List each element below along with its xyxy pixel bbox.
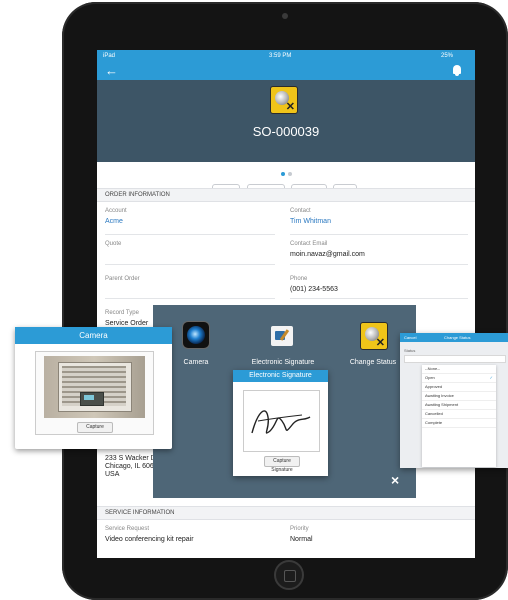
status-bar: iPad 3:59 PM 25% (97, 50, 475, 62)
status-field-label: Status (404, 348, 416, 353)
status-option[interactable]: Open ✓ (422, 374, 496, 383)
priority-label: Priority (290, 526, 309, 532)
home-button[interactable] (274, 560, 304, 590)
camera-preview-photo (44, 356, 145, 418)
account-label: Account (105, 208, 127, 214)
contact-label: Contact (290, 208, 311, 214)
battery-label: 25% (441, 53, 454, 59)
status-option[interactable]: Awaiting Invoice (422, 392, 496, 401)
change-status-action-icon[interactable]: ✕ (360, 322, 388, 350)
checkmark-icon: ✓ (489, 375, 493, 380)
service-section-header: SERVICE INFORMATION (97, 506, 475, 520)
carrier-label: iPad (103, 53, 116, 59)
pager-dot[interactable] (288, 172, 292, 176)
status-option[interactable]: Approved (422, 383, 496, 392)
front-camera (282, 13, 288, 19)
status-option[interactable]: --None-- (422, 365, 496, 374)
divider (105, 264, 275, 265)
address-line-2: Chicago, IL 6060 (105, 463, 158, 470)
status-option[interactable]: Complete (422, 419, 496, 428)
change-status-action-label[interactable]: Change Status (344, 359, 402, 366)
priority-value: Normal (290, 536, 313, 543)
divider (105, 298, 275, 299)
change-status-header: Cancel Change Status (400, 333, 508, 342)
record-type-label: Record Type (105, 310, 139, 316)
parent-order-label: Parent Order (105, 276, 140, 282)
divider (290, 298, 468, 299)
divider (290, 234, 468, 235)
address-line-1: 233 S Wacker D (105, 455, 156, 462)
service-request-label: Service Request (105, 526, 150, 532)
status-select[interactable] (404, 355, 506, 363)
camera-preview-frame: Capture (35, 351, 154, 435)
service-order-icon: ✕ (270, 86, 298, 114)
order-section-title: ORDER INFORMATION (105, 192, 170, 198)
signature-popup-title: Electronic Signature (233, 370, 328, 382)
camera-popup-title: Camera (15, 327, 172, 344)
signature-action-icon[interactable] (271, 326, 293, 346)
status-option[interactable]: Cancelled (422, 410, 496, 419)
contact-link[interactable]: Tim Whitman (290, 218, 331, 225)
divider (290, 264, 468, 265)
status-option[interactable]: Awaiting Shipment (422, 401, 496, 410)
close-icon[interactable]: × (391, 472, 399, 488)
status-options-list: --None-- Open ✓ Approved Awaiting Invoic… (422, 365, 496, 467)
divider (105, 234, 275, 235)
cancel-link[interactable]: Cancel (404, 333, 416, 342)
nav-bar: ← (97, 62, 475, 80)
record-title: SO-000039 (252, 124, 320, 139)
camera-action-label[interactable]: Camera (168, 359, 224, 366)
back-arrow-icon[interactable]: ← (105, 62, 118, 80)
capture-signature-button[interactable]: Capture Signature (264, 456, 300, 473)
camera-popup: Camera Capture (15, 327, 172, 449)
service-section-title: SERVICE INFORMATION (105, 510, 175, 516)
account-link[interactable]: Acme (105, 218, 123, 225)
phone-label: Phone (290, 276, 308, 282)
change-status-popup: Cancel Change Status Status --None-- Ope… (400, 333, 508, 468)
bell-icon[interactable] (453, 65, 461, 76)
signature-popup: Electronic Signature Capture Signature (233, 370, 328, 476)
address-line-3: USA (105, 471, 120, 478)
change-status-title: Change Status (444, 335, 471, 340)
phone-value[interactable]: (001) 234-5563 (290, 286, 338, 293)
record-header: ✕ SO-000039 (97, 80, 475, 162)
contact-email-value[interactable]: moin.navaz@gmail.com (290, 251, 365, 258)
service-request-value: Video conferencing kit repair (105, 536, 194, 543)
capture-button[interactable]: Capture (77, 422, 113, 433)
quote-label: Quote (105, 241, 122, 247)
pager-dot-active[interactable] (281, 172, 285, 176)
signature-action-label[interactable]: Electronic Signature (243, 359, 323, 366)
camera-action-icon[interactable] (183, 322, 209, 348)
contact-email-label: Contact Email (290, 241, 328, 247)
signature-stroke (251, 410, 311, 434)
record-type-value: Service Order (105, 320, 149, 327)
signature-pad[interactable] (243, 390, 320, 452)
order-section-header: ORDER INFORMATION (97, 188, 475, 202)
clock: 3:59 PM (269, 53, 292, 59)
